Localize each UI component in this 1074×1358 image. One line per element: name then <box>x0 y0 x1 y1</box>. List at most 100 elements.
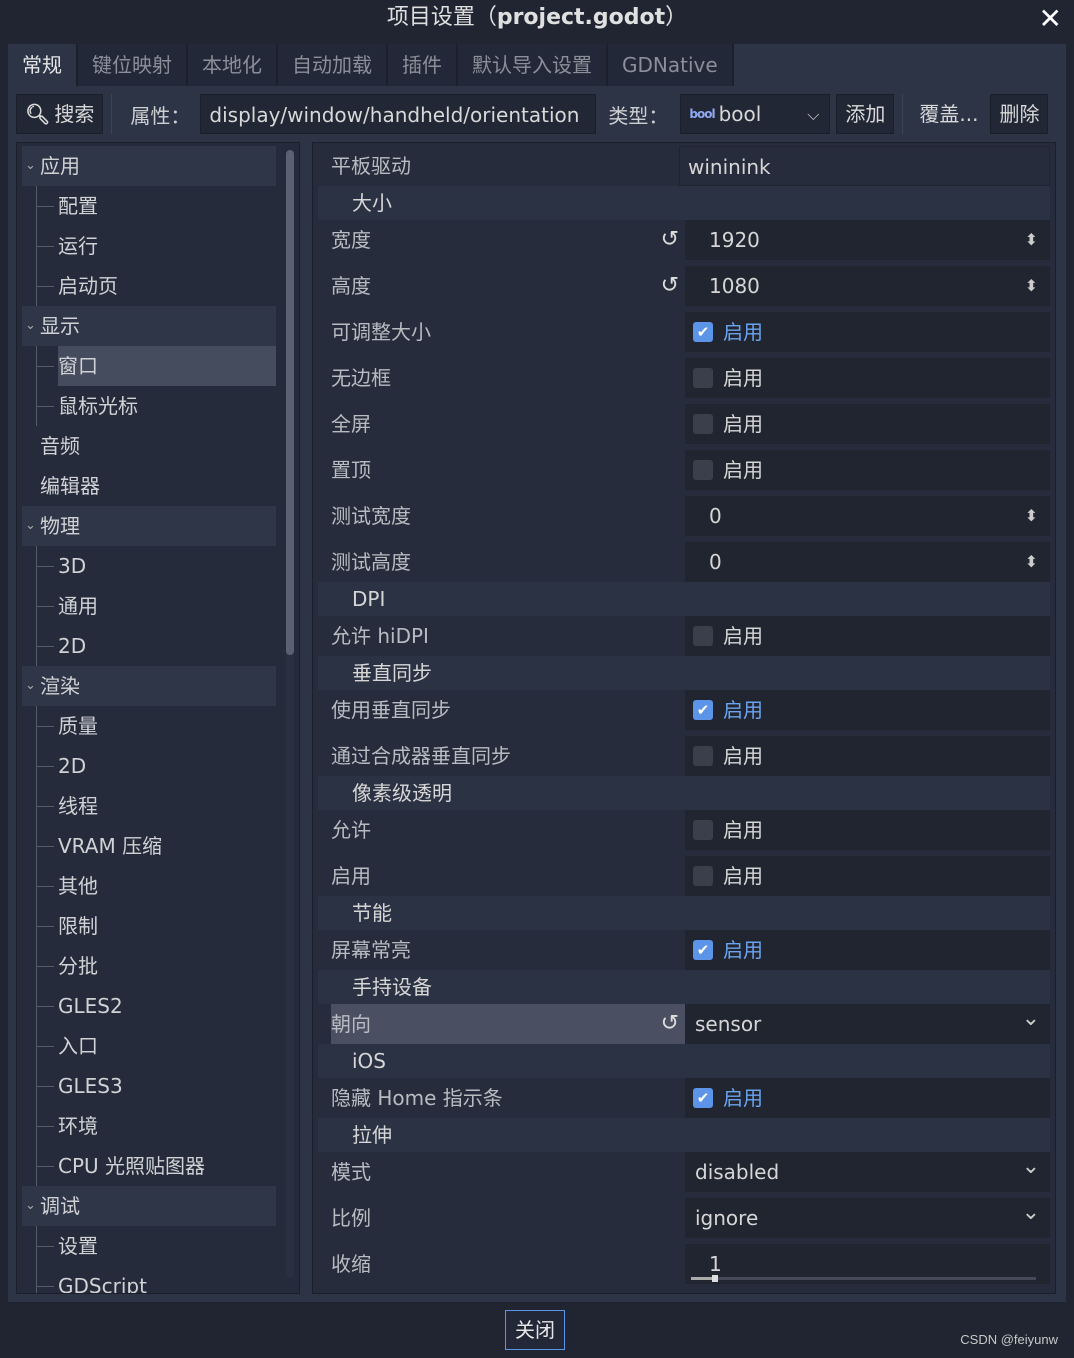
property-input[interactable]: display/window/handheld/orientation <box>200 94 597 134</box>
close-icon[interactable]: ✕ <box>1039 2 1062 35</box>
section-header[interactable]: 节能 <box>318 896 1050 930</box>
checkbox[interactable]: ✔ <box>693 1087 713 1108</box>
tree-item[interactable]: GLES3 <box>22 1066 276 1106</box>
property-value[interactable]: ✔ 启用 <box>685 690 1050 730</box>
property-value[interactable]: ✔ 启用 <box>685 1078 1050 1118</box>
tree-item[interactable]: 2D <box>22 746 276 786</box>
property-value[interactable]: 启用 <box>685 358 1050 398</box>
section-header[interactable]: 大小 <box>318 186 1050 220</box>
section-header[interactable]: 手持设备 <box>318 970 1050 1004</box>
tree-item[interactable]: 其他 <box>22 866 276 906</box>
checkbox[interactable]: ✔ <box>693 939 713 960</box>
override-button[interactable]: 覆盖... <box>911 94 986 134</box>
tree-item[interactable]: 运行 <box>22 226 276 266</box>
tab-2[interactable]: 本地化 <box>188 44 278 86</box>
property-value[interactable]: 1 <box>685 1244 1050 1284</box>
property-value[interactable]: 1080 ⬍ <box>685 266 1050 306</box>
reset-icon[interactable]: ↺ <box>661 266 679 306</box>
tree-item[interactable]: VRAM 压缩 <box>22 826 276 866</box>
tree-item[interactable]: 入口 <box>22 1026 276 1066</box>
tab-3[interactable]: 自动加载 <box>278 44 388 86</box>
tree-item[interactable]: 3D <box>22 546 276 586</box>
tree-item[interactable]: 窗口 <box>36 346 276 386</box>
reset-icon[interactable]: ↺ <box>661 1004 679 1044</box>
delete-button[interactable]: 删除 <box>990 94 1049 134</box>
search-button[interactable]: 🔍︎ 搜索 <box>16 94 104 134</box>
property-value[interactable]: 启用 <box>685 810 1050 850</box>
tab-5[interactable]: 默认导入设置 <box>458 44 608 86</box>
chevron-down-icon[interactable]: ⌄ <box>1022 1152 1040 1182</box>
chevron-down-icon[interactable]: ⌄ <box>25 1186 36 1226</box>
spinner-icon[interactable]: ⬍ <box>1025 266 1038 306</box>
tree-item[interactable]: 启动页 <box>22 266 276 306</box>
checkbox[interactable] <box>693 745 713 766</box>
tab-0[interactable]: 常规 <box>8 44 78 86</box>
property-value[interactable]: 0 ⬍ <box>685 496 1050 536</box>
reset-icon[interactable]: ↺ <box>661 220 679 260</box>
tab-6[interactable]: GDNative <box>608 44 734 86</box>
tree-item[interactable]: 质量 <box>22 706 276 746</box>
property-value[interactable]: wininink <box>679 146 1050 186</box>
tree-item[interactable]: 2D <box>22 626 276 666</box>
close-button[interactable]: 关闭 <box>505 1310 565 1350</box>
tree-item[interactable]: ⌄ 应用 <box>22 146 276 186</box>
type-dropdown[interactable]: bool bool ⌵ <box>680 94 831 134</box>
chevron-down-icon[interactable]: ⌄ <box>25 146 36 186</box>
property-value[interactable]: 启用 <box>685 616 1050 656</box>
section-header[interactable]: DPI <box>318 582 1050 616</box>
tree-item[interactable]: 音频 <box>22 426 276 466</box>
tree-item[interactable]: 配置 <box>22 186 276 226</box>
chevron-down-icon[interactable]: ⌄ <box>25 666 36 706</box>
checkbox[interactable] <box>693 865 713 886</box>
checkbox[interactable] <box>693 367 713 388</box>
tab-1[interactable]: 键位映射 <box>78 44 188 86</box>
property-value[interactable]: ✔ 启用 <box>685 312 1050 352</box>
tree-item[interactable]: CPU 光照贴图器 <box>22 1146 276 1186</box>
spinner-icon[interactable]: ⬍ <box>1025 220 1038 260</box>
property-value[interactable]: ✔ 启用 <box>685 930 1050 970</box>
property-value[interactable]: ignore ⌄ <box>685 1198 1050 1238</box>
tree-item[interactable]: 线程 <box>22 786 276 826</box>
tree-item[interactable]: ⌄ 渲染 <box>22 666 276 706</box>
spinner-icon[interactable]: ⬍ <box>1025 542 1038 582</box>
tree-item[interactable]: GLES2 <box>22 986 276 1026</box>
tree-item[interactable]: ⌄ 调试 <box>22 1186 276 1226</box>
property-value[interactable]: 启用 <box>685 450 1050 490</box>
tree-item[interactable]: ⌄ 物理 <box>22 506 276 546</box>
tree-item[interactable]: 鼠标光标 <box>22 386 276 426</box>
tree-item[interactable]: 分批 <box>22 946 276 986</box>
slider-track[interactable] <box>691 1275 1036 1282</box>
section-header[interactable]: iOS <box>318 1044 1050 1078</box>
checkbox[interactable] <box>693 459 713 480</box>
property-value[interactable]: 启用 <box>685 856 1050 896</box>
spinner-icon[interactable]: ⬍ <box>1025 496 1038 536</box>
property-value[interactable]: 启用 <box>685 404 1050 444</box>
add-button[interactable]: 添加 <box>836 94 895 134</box>
tree-item[interactable]: 编辑器 <box>22 466 276 506</box>
tree-scrollbar-thumb[interactable] <box>286 150 294 655</box>
property-value[interactable]: sensor ⌄ <box>685 1004 1050 1044</box>
property-value[interactable]: 0 ⬍ <box>685 542 1050 582</box>
chevron-down-icon[interactable]: ⌄ <box>25 306 36 346</box>
property-value[interactable]: disabled ⌄ <box>685 1152 1050 1192</box>
property-value[interactable]: 启用 <box>685 736 1050 776</box>
tree-item[interactable]: 环境 <box>22 1106 276 1146</box>
chevron-down-icon[interactable]: ⌄ <box>25 506 36 546</box>
checkbox[interactable] <box>693 413 713 434</box>
chevron-down-icon[interactable]: ⌄ <box>1022 1198 1040 1228</box>
tab-4[interactable]: 插件 <box>388 44 458 86</box>
checkbox[interactable] <box>693 625 713 646</box>
checkbox[interactable]: ✔ <box>693 699 713 720</box>
tree-item[interactable]: 通用 <box>22 586 276 626</box>
property-value[interactable]: 1920 ⬍ <box>685 220 1050 260</box>
slider-handle[interactable] <box>711 1275 718 1282</box>
checkbox[interactable] <box>693 819 713 840</box>
tree-item[interactable]: GDScript <box>22 1266 276 1293</box>
section-header[interactable]: 垂直同步 <box>318 656 1050 690</box>
checkbox[interactable]: ✔ <box>693 321 713 342</box>
section-header[interactable]: 像素级透明 <box>318 776 1050 810</box>
section-header[interactable]: 拉伸 <box>318 1118 1050 1152</box>
tree-item[interactable]: ⌄ 显示 <box>22 306 276 346</box>
chevron-down-icon[interactable]: ⌄ <box>1022 1004 1040 1034</box>
tree-item[interactable]: 设置 <box>22 1226 276 1266</box>
